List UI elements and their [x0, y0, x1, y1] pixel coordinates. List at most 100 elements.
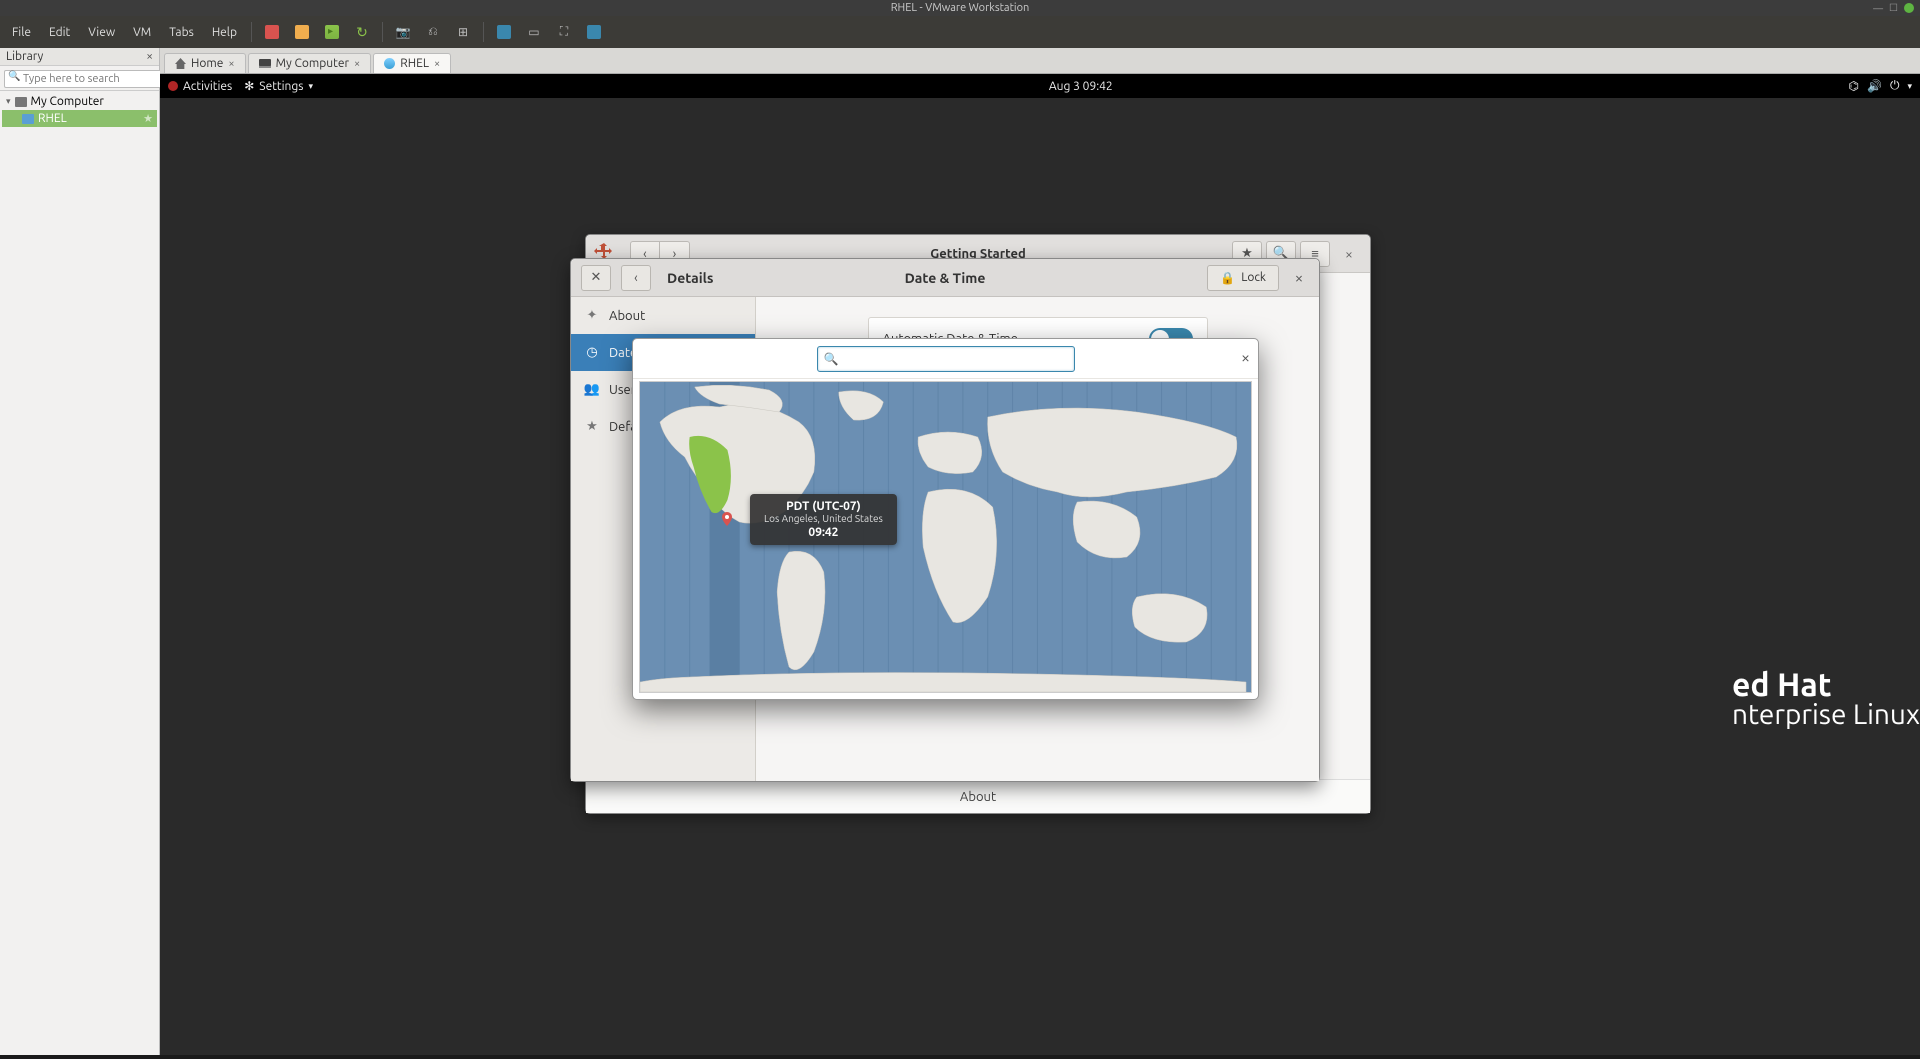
gnome-topbar: Activities ✻ Settings ▾ Aug 3 09:42 ⌬ 🔊 …	[160, 74, 1920, 98]
thumbnail-button[interactable]: ▭	[520, 18, 548, 46]
snapshot-icon: 📷	[395, 25, 410, 39]
details-label: Details	[667, 270, 713, 286]
library-item-mycomputer[interactable]: ▾ My Computer	[2, 93, 157, 110]
settings-menu[interactable]: ✻ Settings ▾	[244, 79, 313, 93]
plus-icon: ✦	[585, 308, 599, 323]
console-button[interactable]	[490, 18, 518, 46]
timezone-dialog[interactable]: 🔍 ×	[632, 338, 1259, 700]
restart-button[interactable]: ↻	[348, 18, 376, 46]
settings-label: Settings	[259, 80, 303, 93]
cycle-icon: ↻	[356, 24, 368, 41]
play-button[interactable]	[318, 18, 346, 46]
close-icon: ×	[1295, 269, 1303, 286]
library-close-icon[interactable]: ×	[146, 50, 153, 63]
library-title: Library	[6, 50, 43, 63]
library-item-label: RHEL	[38, 112, 67, 125]
tools-icon: ✕	[591, 270, 602, 285]
tab-close-icon[interactable]: ×	[434, 58, 440, 70]
timezone-time: 09:42	[764, 526, 883, 539]
back-button[interactable]: ‹	[621, 265, 651, 291]
toolbar-divider-2	[382, 22, 383, 42]
revert-icon: ⎌	[428, 25, 438, 39]
sidebar-item-about[interactable]: ✦ About	[571, 297, 755, 334]
snapshot-button[interactable]: 📷	[389, 18, 417, 46]
fullscreen-button[interactable]: ⛶	[550, 18, 578, 46]
window-title: RHEL - VMware Workstation	[891, 2, 1030, 14]
all-settings-button[interactable]: ✕	[581, 265, 611, 291]
power-off-button[interactable]	[258, 18, 286, 46]
details-header[interactable]: ✕ ‹ Details Date & Time 🔒 Lock ×	[571, 259, 1319, 297]
menu-view[interactable]: View	[80, 22, 123, 43]
timezone-header: 🔍 ×	[633, 339, 1258, 379]
monitor-icon	[259, 59, 271, 68]
tree-twisty-icon[interactable]: ▾	[6, 96, 11, 107]
activities-button[interactable]: Activities	[168, 80, 232, 93]
star-icon: ★	[585, 419, 599, 434]
favorite-icon[interactable]: ★	[143, 112, 153, 125]
unity-icon	[587, 25, 601, 39]
stop-icon	[265, 25, 279, 39]
menu-vm[interactable]: VM	[125, 22, 159, 43]
activities-label: Activities	[183, 80, 232, 93]
timezone-search-input[interactable]	[842, 352, 1067, 365]
rhel-brand: ed Hat nterprise Linux	[1732, 669, 1920, 729]
pause-button[interactable]	[288, 18, 316, 46]
power-icon[interactable]: ⏻	[1890, 79, 1900, 93]
host-taskbar	[0, 1055, 1920, 1059]
gs-close-button[interactable]: ×	[1334, 241, 1364, 267]
clock-icon: ◷	[585, 345, 599, 360]
window-controls: — ☐	[1873, 2, 1914, 14]
manage-button[interactable]: ⊞	[449, 18, 477, 46]
gs-footer-label: About	[960, 790, 996, 804]
tab-label: Home	[191, 57, 223, 70]
menu-help[interactable]: Help	[204, 22, 245, 43]
vm-running-icon	[384, 58, 395, 69]
close-icon: ×	[1345, 246, 1353, 262]
sidebar-item-label: About	[609, 309, 645, 323]
revert-button[interactable]: ⎌	[419, 18, 447, 46]
maximize-icon[interactable]: ☐	[1889, 2, 1898, 14]
console-icon	[497, 25, 511, 39]
window-titlebar: RHEL - VMware Workstation — ☐	[0, 0, 1920, 16]
topbar-datetime[interactable]: Aug 3 09:42	[313, 80, 1848, 93]
menu-tabs[interactable]: Tabs	[161, 22, 202, 43]
timezone-pin	[722, 512, 732, 526]
tab-rhel[interactable]: RHEL ×	[373, 53, 451, 73]
pause-icon	[295, 25, 309, 39]
world-map[interactable]	[640, 382, 1251, 692]
chevron-left-icon: ‹	[634, 271, 638, 285]
menu-edit[interactable]: Edit	[41, 22, 78, 43]
library-panel: Library × 🔍 ▾ ▾ My Computer RHEL ★	[0, 48, 160, 1059]
tab-close-icon[interactable]: ×	[354, 58, 360, 70]
timezone-close-button[interactable]: ×	[1241, 349, 1250, 367]
tab-mycomputer[interactable]: My Computer ×	[248, 53, 372, 73]
chevron-down-icon[interactable]: ▾	[1907, 81, 1912, 92]
library-search-input[interactable]	[4, 70, 177, 88]
home-icon	[175, 58, 186, 69]
vm-tabbar: Home × My Computer × RHEL ×	[160, 48, 1920, 74]
lock-label: Lock	[1241, 271, 1266, 284]
timezone-map[interactable]: PDT (UTC-07) Los Angeles, United States …	[639, 381, 1252, 693]
lock-button[interactable]: 🔒 Lock	[1207, 265, 1279, 291]
volume-icon[interactable]: 🔊	[1867, 79, 1882, 93]
menu-file[interactable]: File	[4, 22, 39, 43]
manage-icon: ⊞	[458, 25, 468, 39]
fullscreen-icon: ⛶	[560, 25, 568, 39]
details-close-button[interactable]: ×	[1285, 265, 1313, 291]
library-item-rhel[interactable]: RHEL ★	[2, 110, 157, 127]
gs-footer[interactable]: About	[586, 779, 1370, 813]
tab-home[interactable]: Home ×	[164, 53, 246, 73]
timezone-tooltip: PDT (UTC-07) Los Angeles, United States …	[750, 494, 897, 545]
network-icon[interactable]: ⌬	[1849, 79, 1859, 93]
gnome-desktop[interactable]: ed Hat nterprise Linux ‹ › Getting Start…	[160, 98, 1920, 1059]
redhat-icon	[168, 81, 178, 91]
minimize-icon[interactable]: —	[1873, 3, 1883, 14]
library-tree: ▾ My Computer RHEL ★	[0, 91, 159, 129]
close-icon[interactable]	[1904, 3, 1914, 13]
timezone-location: Los Angeles, United States	[764, 513, 883, 524]
unity-button[interactable]	[580, 18, 608, 46]
timezone-search[interactable]: 🔍	[817, 346, 1075, 372]
brand-line1: ed Hat	[1732, 669, 1920, 701]
tab-close-icon[interactable]: ×	[228, 58, 234, 70]
toolbar-divider-3	[483, 22, 484, 42]
